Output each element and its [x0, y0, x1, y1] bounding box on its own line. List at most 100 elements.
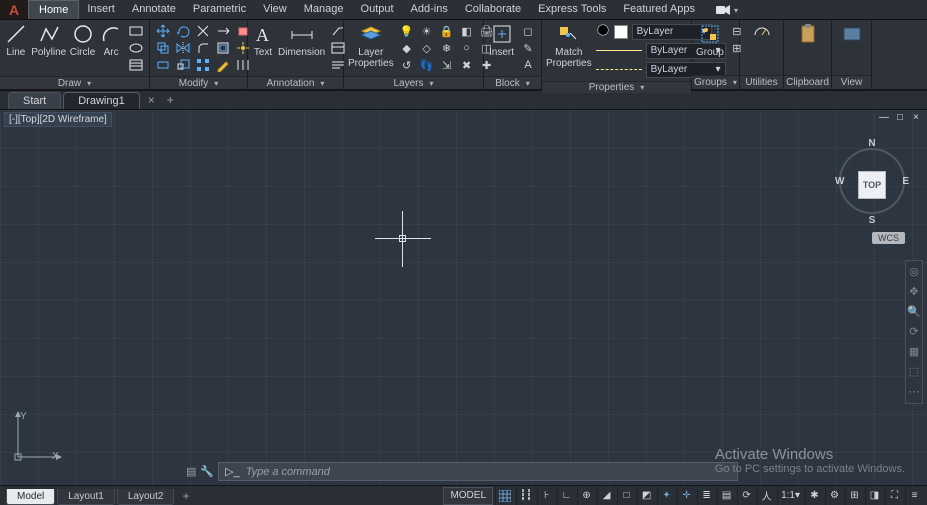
circle-button[interactable]: Circle [70, 23, 96, 58]
layer-freeze-icon[interactable]: ❄ [438, 40, 456, 56]
props-edit-icon[interactable] [214, 57, 232, 73]
panel-utilities[interactable]: Utilities [740, 20, 784, 89]
tab-express-tools[interactable]: Express Tools [530, 0, 615, 19]
infer-constraints-icon[interactable]: ⊦ [537, 487, 555, 505]
rotate-icon[interactable] [174, 23, 192, 39]
layer-off-icon[interactable]: ○ [458, 40, 476, 56]
layer-delete-icon[interactable]: ✖ [458, 57, 476, 73]
viewport-label[interactable]: [-][Top][2D Wireframe] [4, 112, 112, 127]
cycling-icon[interactable]: ⟳ [737, 487, 755, 505]
workspace-icon[interactable]: ⚙ [825, 487, 843, 505]
cmd-customize-icon[interactable]: 🔧 [200, 465, 214, 478]
viewport-maximize-icon[interactable]: □ [893, 112, 907, 124]
color-swatch[interactable] [614, 25, 628, 39]
model-tab[interactable]: Model [6, 489, 55, 505]
offset-icon[interactable] [214, 40, 232, 56]
customize-status-icon[interactable]: ≡ [905, 487, 923, 505]
viewcube-face[interactable]: TOP [858, 171, 886, 199]
stretch-icon[interactable] [154, 57, 172, 73]
nav-more-icon[interactable]: ⋯ [907, 385, 921, 399]
layer-merge-icon[interactable]: ⇲ [438, 57, 456, 73]
hardware-accel-icon[interactable]: ⊞ [845, 487, 863, 505]
nav-wheel-icon[interactable]: ◎ [907, 265, 921, 279]
polyline-button[interactable]: Polyline [32, 23, 66, 58]
viewport-minimize-icon[interactable]: — [877, 112, 891, 124]
tab-featured-apps[interactable]: Featured Apps [615, 0, 704, 19]
tab-home[interactable]: Home [28, 0, 79, 19]
nav-zoom-icon[interactable]: 🔍 [907, 305, 921, 319]
panel-clipboard[interactable]: Clipboard [784, 20, 832, 89]
dimension-button[interactable]: Dimension [278, 23, 325, 58]
array-icon[interactable] [194, 57, 212, 73]
match-properties-button[interactable]: Match Properties [546, 23, 592, 69]
compass-w[interactable]: W [835, 176, 844, 187]
rectangle-icon[interactable] [127, 23, 145, 39]
layer-prev-icon[interactable]: ↺ [398, 57, 416, 73]
annoscale-icon[interactable]: 人 [757, 487, 775, 505]
ortho-icon[interactable]: ∟ [557, 487, 575, 505]
camera-icon[interactable] [710, 0, 744, 19]
annotation-visibility-icon[interactable]: ✱ [805, 487, 823, 505]
nav-orbit-icon[interactable]: ⟳ [907, 325, 921, 339]
compass-e[interactable]: E [902, 176, 909, 187]
tab-output[interactable]: Output [353, 0, 403, 19]
fillet-icon[interactable] [194, 40, 212, 56]
snap-toggle-icon[interactable]: ┇┇ [516, 487, 535, 505]
layer-color-icon[interactable]: ◧ [458, 23, 476, 39]
tab-parametric[interactable]: Parametric [185, 0, 255, 19]
viewcube[interactable]: TOP N S E W [837, 140, 907, 230]
insert-button[interactable]: Insert [488, 23, 515, 58]
polar-icon[interactable]: ⊕ [577, 487, 595, 505]
layout1-tab[interactable]: Layout1 [57, 489, 115, 505]
doc-tab-add[interactable]: + [161, 91, 180, 109]
layer-sun-icon[interactable]: ☀ [418, 23, 436, 39]
drawing-viewport[interactable]: [-][Top][2D Wireframe] — □ × TOP N S E W… [0, 110, 927, 485]
panel-view[interactable]: View [832, 20, 872, 89]
app-icon[interactable]: A [0, 0, 28, 19]
tab-insert[interactable]: Insert [79, 0, 124, 19]
doc-tab-drawing1[interactable]: Drawing1 [63, 92, 139, 109]
move-icon[interactable] [154, 23, 172, 39]
model-space-button[interactable]: MODEL [443, 487, 493, 505]
layer-walk-icon[interactable]: 👣 [418, 57, 436, 73]
nav-pan-icon[interactable]: ✥ [907, 285, 921, 299]
3dosnap-icon[interactable]: ◩ [637, 487, 655, 505]
attr-block-icon[interactable]: A [519, 57, 537, 73]
layer-iso-icon[interactable]: ◇ [418, 40, 436, 56]
line-button[interactable]: Line [4, 23, 28, 58]
doc-tab-close[interactable]: × [142, 91, 161, 109]
arc-button[interactable]: Arc [99, 23, 123, 58]
extend-icon[interactable] [214, 23, 232, 39]
tab-addins[interactable]: Add-ins [403, 0, 457, 19]
layer-state-icon[interactable]: ◆ [398, 40, 416, 56]
tab-collaborate[interactable]: Collaborate [457, 0, 530, 19]
compass-n[interactable]: N [868, 138, 875, 149]
create-block-icon[interactable]: ◻ [519, 23, 537, 39]
cmd-history-icon[interactable]: ▤ [186, 465, 196, 478]
tab-annotate[interactable]: Annotate [124, 0, 185, 19]
layer-bulb-icon[interactable]: 💡 [398, 23, 416, 39]
copy-icon[interactable] [154, 40, 172, 56]
grid-toggle-icon[interactable] [495, 487, 514, 505]
group-button[interactable]: Group [696, 23, 724, 58]
viewport-close-icon[interactable]: × [909, 112, 923, 124]
scale-icon[interactable] [174, 57, 192, 73]
layout2-tab[interactable]: Layout2 [117, 489, 175, 505]
command-input[interactable]: Type a command [246, 466, 330, 478]
layout-add[interactable]: + [176, 487, 195, 505]
nav-showmotion-icon[interactable]: ▦ [907, 345, 921, 359]
trim-icon[interactable] [194, 23, 212, 39]
wcs-badge[interactable]: WCS [872, 232, 905, 244]
dynamic-input-icon[interactable]: ✦ [657, 487, 675, 505]
tab-manage[interactable]: Manage [296, 0, 353, 19]
ellipse-icon[interactable] [127, 40, 145, 56]
layer-lock-icon[interactable]: 🔒 [438, 23, 456, 39]
otrack-icon[interactable]: ✛ [677, 487, 695, 505]
text-button[interactable]: A Text [252, 23, 274, 58]
scale-button[interactable]: 1:1▾ [777, 487, 803, 505]
compass-s[interactable]: S [869, 215, 876, 226]
isoplane-icon[interactable]: ◢ [597, 487, 615, 505]
doc-tab-start[interactable]: Start [8, 92, 61, 109]
lineweight-toggle-icon[interactable]: ≣ [697, 487, 715, 505]
edit-block-icon[interactable]: ✎ [519, 40, 537, 56]
